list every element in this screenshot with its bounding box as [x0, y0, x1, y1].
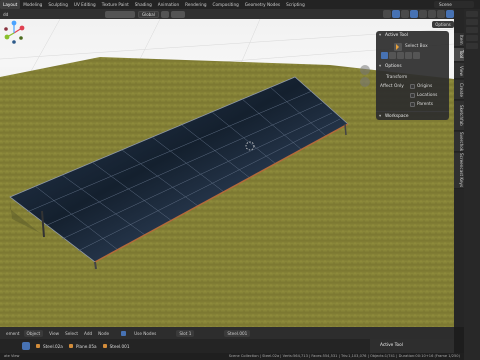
menu-view[interactable]: View — [49, 331, 59, 336]
visibility-icon[interactable] — [383, 10, 391, 18]
tab-modeling[interactable]: Modeling — [20, 0, 45, 9]
tab-scripting[interactable]: Scripting — [283, 0, 308, 9]
breadcrumb-item[interactable]: Steel.001 — [103, 344, 130, 349]
subtract-selection-icon[interactable] — [397, 52, 404, 59]
tab-animation[interactable]: Animation — [155, 0, 182, 9]
tab-uv-editing[interactable]: UV Editing — [71, 0, 99, 9]
menu-node[interactable]: Node — [98, 331, 109, 336]
locations-label: Locations — [417, 93, 438, 98]
tab-layout[interactable]: Layout — [0, 0, 21, 9]
material-shading-icon[interactable] — [437, 10, 445, 18]
proportional-edit-icon[interactable] — [170, 10, 185, 18]
overlay-icon[interactable] — [401, 10, 409, 18]
transform-subheader[interactable]: Transform — [380, 73, 445, 82]
pan-icon[interactable] — [360, 77, 370, 87]
wireframe-shading-icon[interactable] — [419, 10, 427, 18]
tab-create[interactable]: Create — [454, 80, 464, 100]
sidebar-tabs: Item Tool View Create Sketchfab Sverchok… — [454, 9, 464, 327]
tab-geometry-nodes[interactable]: Geometry Nodes — [242, 0, 283, 9]
extend-selection-icon[interactable] — [389, 52, 396, 59]
menu-add[interactable]: Add — [84, 331, 92, 336]
origins-label: Origins — [417, 84, 433, 89]
select-box-icon[interactable] — [394, 42, 402, 51]
set-selection-icon[interactable] — [381, 52, 388, 59]
support-leg — [344, 123, 347, 136]
options-button[interactable]: Options — [432, 21, 454, 28]
navigation-gizmo[interactable] — [0, 19, 28, 47]
tool-settings-panel: Active Tool Select Box Options Transform — [376, 31, 449, 121]
snap-icon[interactable] — [160, 10, 169, 18]
select-box-label: Select Box — [405, 44, 428, 49]
outliner-strip — [464, 9, 480, 360]
use-nodes-label: Use Nodes — [134, 330, 157, 336]
blender-window: Layout Modeling Sculpting UV Editing Tex… — [0, 0, 480, 360]
rendered-shading-icon[interactable] — [446, 10, 454, 18]
affect-only-label: Affect Only — [380, 84, 404, 89]
slot-select[interactable]: Slot 1 — [176, 329, 195, 337]
transform-pivot-button[interactable] — [105, 10, 135, 18]
support-leg — [94, 261, 97, 270]
zoom-icon[interactable] — [360, 65, 370, 75]
locations-checkbox[interactable] — [410, 93, 415, 98]
breadcrumb-item[interactable]: Steel.02a — [36, 344, 63, 349]
use-nodes-toggle[interactable]: Use Nodes — [115, 330, 157, 336]
tab-sketchfab[interactable]: Sketchfab — [454, 101, 464, 131]
parents-checkbox[interactable] — [410, 102, 415, 107]
node-editor-header: ement Object View Select Add Node Use No… — [0, 327, 454, 339]
workspace-header[interactable]: Workspace — [376, 111, 449, 121]
status-right: Scene Collection | Steel.02a | Verts:564… — [228, 354, 460, 358]
editor-mode-label: ement — [6, 330, 20, 336]
status-bar: ate View Scene Collection | Steel.02a | … — [0, 353, 464, 360]
tab-shading[interactable]: Shading — [132, 0, 155, 9]
material-select[interactable]: Steel.001 — [224, 329, 251, 337]
menu-select[interactable]: Select — [65, 331, 78, 336]
breadcrumb-item[interactable]: Plane.05a — [69, 344, 97, 349]
origins-checkbox[interactable] — [410, 84, 415, 89]
tab-tool[interactable]: Tool — [454, 48, 464, 62]
timeline-bar: Steel.02a Plane.05a Steel.001 — [0, 339, 370, 353]
tab-screencast-keys[interactable]: Screencast Keys — [454, 153, 464, 189]
tab-sculpting[interactable]: Sculpting — [45, 0, 71, 9]
play-icon[interactable] — [22, 342, 30, 350]
intersect-selection-icon[interactable] — [413, 52, 420, 59]
viewport-header: dd Global — [0, 9, 454, 19]
options-header[interactable]: Options — [376, 62, 449, 71]
workspace-bar: Layout Modeling Sculpting UV Editing Tex… — [0, 0, 480, 9]
viewport-shading-controls — [383, 10, 454, 18]
transform-label: Transform — [386, 75, 408, 80]
solid-shading-icon[interactable] — [428, 10, 436, 18]
selection-mode-buttons — [381, 52, 420, 59]
orientation-select[interactable]: Global — [138, 10, 159, 18]
status-left: ate View — [4, 354, 20, 358]
invert-selection-icon[interactable] — [405, 52, 412, 59]
gizmo-toggle-icon[interactable] — [392, 10, 400, 18]
tab-compositing[interactable]: Compositing — [210, 0, 242, 9]
checkbox-icon — [121, 330, 127, 336]
tab-texture-paint[interactable]: Texture Paint — [99, 0, 132, 9]
active-tool-header[interactable]: Active Tool — [376, 31, 449, 40]
parents-label: Parents — [417, 102, 433, 107]
tab-item[interactable]: Item — [454, 33, 464, 47]
scene-selector[interactable]: Scene — [434, 1, 474, 8]
active-tool-bottom-panel[interactable]: Active Tool — [370, 339, 454, 353]
tab-view[interactable]: View — [454, 63, 464, 79]
tab-sverchok[interactable]: Sverchok — [454, 132, 464, 152]
tab-rendering[interactable]: Rendering — [182, 0, 209, 9]
xray-icon[interactable] — [410, 10, 418, 18]
object-select[interactable]: Object — [23, 329, 44, 337]
mode-label[interactable]: dd — [3, 12, 17, 17]
